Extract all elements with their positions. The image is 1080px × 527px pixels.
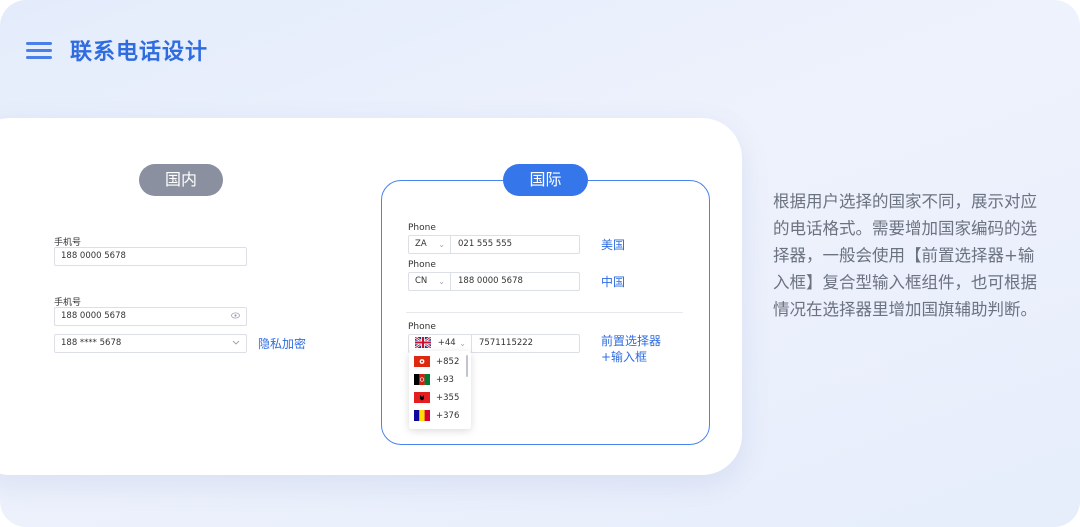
dial-code: +93 [436,375,454,385]
note-us: 美国 [601,238,626,252]
phone-label-us: Phone [408,223,436,233]
slide-background: 联系电话设计 国内 手机号 188 0000 5678 手机号 188 0000… [0,0,1080,527]
page-title: 联系电话设计 [70,40,209,65]
dial-code: +852 [436,357,460,367]
mobile-input-1-value: 188 0000 5678 [61,251,126,261]
country-dropdown: +852 +93 +355 +376 [409,351,471,429]
dial-code: +376 [436,411,460,421]
note-prefix-line1: 前置选择器 [601,334,662,348]
uk-flag-icon [414,336,432,349]
dropdown-option-93[interactable]: +93 [414,373,454,387]
mobile-input-1[interactable]: 188 0000 5678 [54,247,247,266]
domestic-tag: 国内 [139,164,223,196]
eye-icon[interactable] [231,308,240,325]
country-code-cn: CN [415,276,428,286]
phone-number-prefix[interactable]: 7571115222 [479,335,533,352]
mobile-input-2[interactable]: 188 0000 5678 [54,307,247,326]
dropdown-option-852[interactable]: +852 [414,355,459,369]
note-prefix: 前置选择器 +输入框 [601,333,661,365]
divider [406,312,683,313]
hong-kong-flag-icon [414,356,430,367]
dropdown-scrollbar[interactable] [466,355,468,377]
albania-flag-icon [414,392,430,403]
note-prefix-line2: +输入框 [601,350,648,364]
description-text: 根据用户选择的国家不同，展示对应的电话格式。需要增加国家编码的选择器，一般会使用… [773,192,1037,319]
phone-label-prefix: Phone [408,322,436,332]
chevron-down-icon: ⌄ [438,277,445,286]
privacy-note: 隐私加密 [258,337,307,351]
phone-combo-cn[interactable]: CN ⌄ 188 0000 5678 [408,272,580,291]
note-cn: 中国 [601,275,626,289]
chevron-down-icon: ⌄ [459,339,466,348]
international-tag: 国际 [503,164,588,196]
masked-mobile-input[interactable]: 188 **** 5678 [54,334,247,353]
country-select-prefix[interactable]: +44 ⌄ [409,335,472,352]
mobile-input-2-value: 188 0000 5678 [61,311,126,321]
country-code-us: ZA [415,239,427,249]
phone-label-cn: Phone [408,260,436,270]
dial-code-prefix: +44 [437,338,456,348]
dropdown-option-355[interactable]: +355 [414,391,459,405]
dial-code: +355 [436,393,460,403]
dropdown-option-376[interactable]: +376 [414,409,459,423]
country-select-us[interactable]: ZA ⌄ [409,236,451,253]
chevron-down-icon: ⌄ [438,240,445,249]
country-select-cn[interactable]: CN ⌄ [409,273,451,290]
menu-icon[interactable] [26,42,52,60]
phone-number-us[interactable]: 021 555 555 [458,236,512,253]
phone-number-cn[interactable]: 188 0000 5678 [458,273,523,290]
masked-mobile-value: 188 **** 5678 [61,338,122,348]
phone-combo-us[interactable]: ZA ⌄ 021 555 555 [408,235,580,254]
chevron-icon[interactable] [232,335,240,352]
andorra-flag-icon [414,410,430,421]
afghanistan-flag-icon [414,374,430,385]
